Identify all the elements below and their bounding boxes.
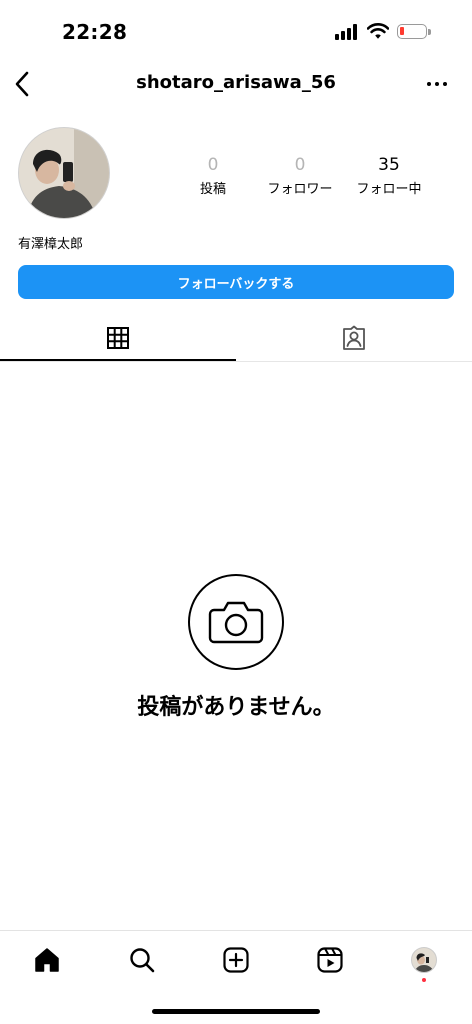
nav-search[interactable] (126, 944, 158, 976)
home-icon (35, 948, 59, 972)
ellipsis-icon[interactable] (424, 74, 450, 94)
nav-home[interactable] (31, 944, 63, 976)
nav-reels[interactable] (314, 944, 346, 976)
follow-back-button[interactable]: フォローバックする (18, 265, 454, 299)
battery-low-icon (397, 24, 427, 39)
camera-icon (208, 601, 264, 644)
home-indicator[interactable] (152, 1009, 320, 1014)
bottom-nav-divider (0, 930, 472, 931)
stat-followers-count: 0 (294, 155, 306, 175)
active-tab-indicator (0, 359, 236, 361)
reels-icon (317, 947, 343, 973)
profile-avatar-icon (411, 947, 437, 973)
stat-following-label: フォロー中 (356, 182, 422, 197)
stat-posts-label: 投稿 (199, 182, 226, 197)
search-icon (130, 948, 155, 973)
add-post-icon (223, 947, 249, 973)
stat-followers[interactable]: 0 フォロワー (255, 155, 345, 197)
grid-icon (107, 327, 129, 349)
tab-divider (0, 361, 472, 362)
stat-following-count: 35 (378, 155, 400, 175)
stat-followers-label: フォロワー (267, 182, 333, 197)
stat-posts-count: 0 (207, 155, 219, 175)
wifi-icon (367, 23, 389, 39)
tab-posts-grid[interactable] (0, 316, 236, 360)
avatar-photo (19, 128, 109, 218)
profile-username: shotaro_arisawa_56 (136, 72, 336, 93)
cellular-signal-icon (335, 24, 359, 40)
notification-dot (422, 978, 426, 982)
nav-add-post[interactable] (220, 944, 252, 976)
avatar[interactable] (18, 127, 110, 219)
stat-posts[interactable]: 0 投稿 (168, 155, 258, 197)
tagged-person-icon (343, 325, 365, 350)
nav-profile[interactable] (408, 944, 440, 976)
status-time: 22:28 (62, 20, 128, 44)
tab-tagged[interactable] (236, 316, 472, 360)
empty-state-text: 投稿がありません。 (137, 695, 335, 720)
stat-following[interactable]: 35 フォロー中 (344, 155, 434, 197)
profile-full-name: 有澤樟太郎 (18, 237, 84, 252)
battery-tip (428, 29, 431, 35)
empty-state-camera (188, 574, 284, 670)
